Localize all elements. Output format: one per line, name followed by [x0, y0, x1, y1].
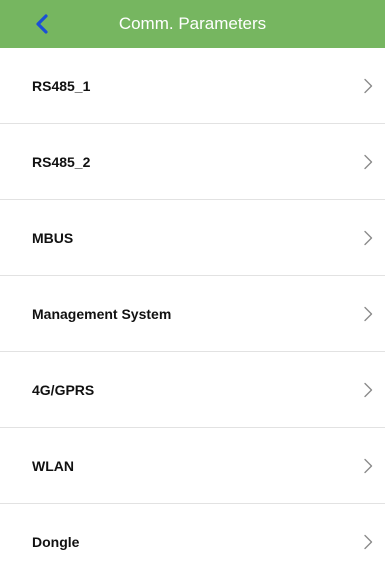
chevron-right-icon [364, 458, 373, 474]
menu-item-rs485-1[interactable]: RS485_1 [0, 48, 385, 124]
menu-item-mbus[interactable]: MBUS [0, 200, 385, 276]
menu-item-label: Dongle [32, 534, 80, 550]
chevron-right-icon [364, 230, 373, 246]
chevron-right-icon [364, 382, 373, 398]
menu-item-dongle[interactable]: Dongle [0, 504, 385, 580]
chevron-right-icon [364, 154, 373, 170]
back-button[interactable] [28, 10, 56, 38]
menu-item-management-system[interactable]: Management System [0, 276, 385, 352]
menu-item-label: RS485_1 [32, 78, 91, 94]
menu-item-4g-gprs[interactable]: 4G/GPRS [0, 352, 385, 428]
chevron-right-icon [364, 534, 373, 550]
menu-item-label: WLAN [32, 458, 74, 474]
page-title: Comm. Parameters [118, 14, 267, 33]
chevron-right-icon [364, 306, 373, 322]
comm-parameters-list: RS485_1 RS485_2 MBUS Management System 4… [0, 48, 385, 580]
header-bar: Comm. Parameters [0, 0, 385, 48]
menu-item-label: 4G/GPRS [32, 382, 95, 398]
menu-item-label: MBUS [32, 230, 74, 246]
menu-item-rs485-2[interactable]: RS485_2 [0, 124, 385, 200]
menu-item-label: Management System [32, 306, 172, 322]
menu-item-wlan[interactable]: WLAN [0, 428, 385, 504]
menu-item-label: RS485_2 [32, 154, 91, 170]
chevron-right-icon [364, 78, 373, 94]
chevron-left-icon [36, 14, 48, 34]
